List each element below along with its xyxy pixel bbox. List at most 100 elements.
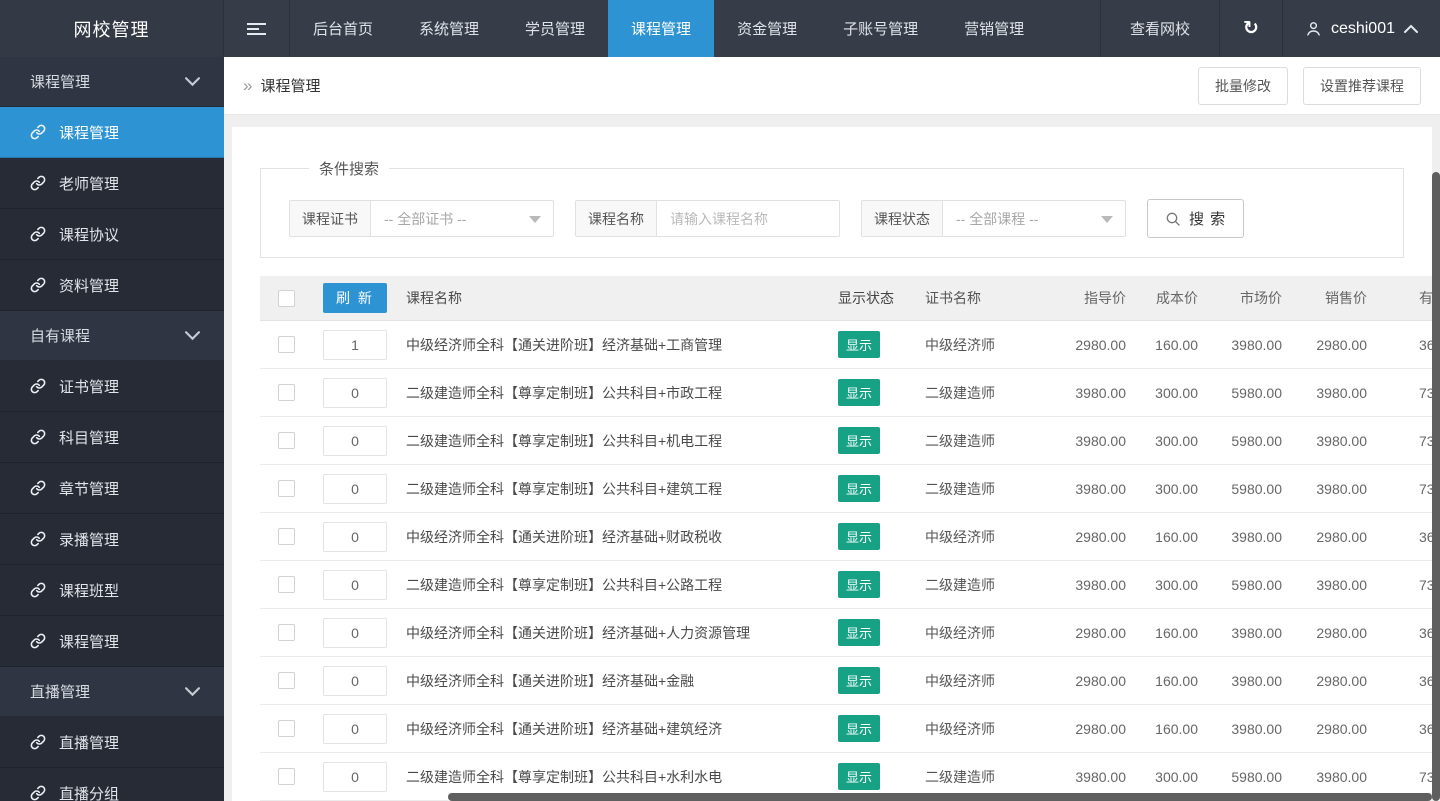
sidebar-item[interactable]: 课程管理 xyxy=(0,616,224,667)
horizontal-scrollbar-thumb[interactable] xyxy=(448,793,1432,801)
sidebar-item[interactable]: 科目管理 xyxy=(0,412,224,463)
sort-order-input[interactable] xyxy=(323,329,387,360)
row-checkbox[interactable] xyxy=(278,336,295,354)
sidebar-item-label: 课程管理 xyxy=(59,124,120,142)
sidebar-item[interactable]: 章节管理 xyxy=(0,463,224,514)
sidebar-item[interactable]: 课程班型 xyxy=(0,565,224,616)
sidebar: 课程管理 课程管理 老师管理 课程协议 资料管理 自有课程 证书管理 科目管理 … xyxy=(0,57,224,801)
sidebar-item-label: 自有课程 xyxy=(30,328,91,345)
status-badge[interactable]: 显示 xyxy=(838,571,881,598)
sidebar-item[interactable]: 证书管理 xyxy=(0,361,224,412)
row-checkbox[interactable] xyxy=(278,672,295,690)
sidebar-toggle-button[interactable] xyxy=(224,0,290,57)
top-menu-item[interactable]: 营销管理 xyxy=(941,0,1047,57)
sidebar-item[interactable]: 资料管理 xyxy=(0,260,224,311)
sale-price: 2980.00 xyxy=(1316,672,1367,689)
search-button[interactable]: 搜 索 xyxy=(1147,199,1245,238)
refresh-icon: ↻ xyxy=(1242,18,1259,39)
sidebar-item[interactable]: 老师管理 xyxy=(0,158,224,209)
cert-name: 二级建造师 xyxy=(925,432,995,449)
set-recommend-button[interactable]: 设置推荐课程 xyxy=(1303,66,1421,105)
sort-order-input[interactable] xyxy=(323,377,387,408)
sidebar-item[interactable]: 自有课程 xyxy=(0,311,224,361)
course-cert-filter: 课程证书 -- 全部证书 -- xyxy=(289,200,554,237)
top-menu-item[interactable]: 学员管理 xyxy=(502,0,608,57)
sidebar-item[interactable]: 直播分组 xyxy=(0,768,224,801)
sidebar-item[interactable]: 课程协议 xyxy=(0,209,224,260)
sidebar-item[interactable]: 课程管理 xyxy=(0,107,224,158)
sidebar-item-label: 课程管理 xyxy=(59,633,120,651)
search-fieldset: 条件搜索 课程证书 -- 全部证书 -- 课程名称 课程状态 -- xyxy=(260,158,1404,258)
refresh-button[interactable]: ↻ xyxy=(1218,0,1283,57)
row-checkbox[interactable] xyxy=(278,720,295,738)
sort-order-input[interactable] xyxy=(323,521,387,552)
course-status-select[interactable]: -- 全部课程 -- xyxy=(943,201,1125,236)
sort-order-input[interactable] xyxy=(323,425,387,456)
user-menu[interactable]: ceshi001 xyxy=(1283,0,1440,57)
sort-order-input[interactable] xyxy=(323,473,387,504)
sidebar-item[interactable]: 录播管理 xyxy=(0,514,224,565)
guide-price: 2980.00 xyxy=(1075,624,1126,641)
horizontal-scrollbar[interactable] xyxy=(448,793,1432,801)
view-school-link[interactable]: 查看网校 xyxy=(1099,0,1219,57)
top-menu-item-label: 课程管理 xyxy=(631,21,692,38)
vertical-scrollbar[interactable] xyxy=(1432,172,1440,801)
sort-order-input[interactable] xyxy=(323,569,387,600)
status-badge[interactable]: 显示 xyxy=(838,427,881,454)
sidebar-item-label: 资料管理 xyxy=(59,277,120,295)
batch-edit-button[interactable]: 批量修改 xyxy=(1198,66,1288,105)
guide-price: 3980.00 xyxy=(1075,768,1126,785)
sort-order-input[interactable] xyxy=(323,617,387,648)
table-header-row: 刷 新 课程名称 显示状态 证书名称 指导价 成本价 市场价 销售价 有效期 xyxy=(260,276,1432,321)
status-badge[interactable]: 显示 xyxy=(838,379,881,406)
row-checkbox[interactable] xyxy=(278,432,295,450)
market-price: 3980.00 xyxy=(1231,336,1282,353)
status-badge[interactable]: 显示 xyxy=(838,715,881,742)
sidebar-item[interactable]: 直播管理 xyxy=(0,717,224,768)
top-menu-item[interactable]: 子账号管理 xyxy=(820,0,941,57)
market-price: 3980.00 xyxy=(1231,720,1282,737)
sort-order-input[interactable] xyxy=(323,665,387,696)
row-checkbox[interactable] xyxy=(278,528,295,546)
sidebar-item-label: 证书管理 xyxy=(59,378,120,396)
sort-order-input[interactable] xyxy=(323,761,387,792)
link-icon xyxy=(30,378,46,394)
row-checkbox[interactable] xyxy=(278,480,295,498)
top-menu-item[interactable]: 资金管理 xyxy=(714,0,820,57)
validity: 36 xyxy=(1419,336,1432,353)
status-badge[interactable]: 显示 xyxy=(838,523,881,550)
row-checkbox[interactable] xyxy=(278,384,295,402)
row-checkbox[interactable] xyxy=(278,624,295,642)
course-status-filter: 课程状态 -- 全部课程 -- xyxy=(861,200,1126,237)
search-button-label: 搜 索 xyxy=(1189,211,1227,228)
course-name-input[interactable] xyxy=(657,201,839,236)
status-badge[interactable]: 显示 xyxy=(838,619,881,646)
cert-name: 二级建造师 xyxy=(925,480,995,497)
status-badge[interactable]: 显示 xyxy=(838,475,881,502)
sidebar-item[interactable]: 直播管理 xyxy=(0,667,224,717)
table-refresh-button[interactable]: 刷 新 xyxy=(323,283,387,313)
course-status-label: 课程状态 xyxy=(862,201,943,236)
status-badge[interactable]: 显示 xyxy=(838,331,881,358)
top-menu-item[interactable]: 后台首页 xyxy=(290,0,396,57)
market-price: 5980.00 xyxy=(1231,432,1282,449)
course-cert-select[interactable]: -- 全部证书 -- xyxy=(371,201,553,236)
row-checkbox[interactable] xyxy=(278,576,295,594)
table-row: 二级建造师全科【尊享定制班】公共科目+公路工程 显示 二级建造师 3980.00… xyxy=(260,561,1432,609)
cert-name: 二级建造师 xyxy=(925,768,995,785)
sort-order-input[interactable] xyxy=(323,713,387,744)
sidebar-item[interactable]: 课程管理 xyxy=(0,57,224,107)
market-price: 3980.00 xyxy=(1231,672,1282,689)
top-menu-item[interactable]: 课程管理 xyxy=(608,0,715,57)
sale-price: 3980.00 xyxy=(1316,768,1367,785)
status-badge[interactable]: 显示 xyxy=(838,763,881,790)
status-badge[interactable]: 显示 xyxy=(838,667,881,694)
row-checkbox[interactable] xyxy=(278,768,295,786)
top-menu-item[interactable]: 系统管理 xyxy=(396,0,502,57)
cert-name: 中级经济师 xyxy=(925,624,995,641)
column-header-guide-price: 指导价 xyxy=(1084,290,1126,306)
cost-price: 300.00 xyxy=(1155,480,1198,497)
guide-price: 2980.00 xyxy=(1075,528,1126,545)
vertical-scrollbar-thumb[interactable] xyxy=(1432,172,1440,801)
select-all-checkbox[interactable] xyxy=(278,289,295,307)
